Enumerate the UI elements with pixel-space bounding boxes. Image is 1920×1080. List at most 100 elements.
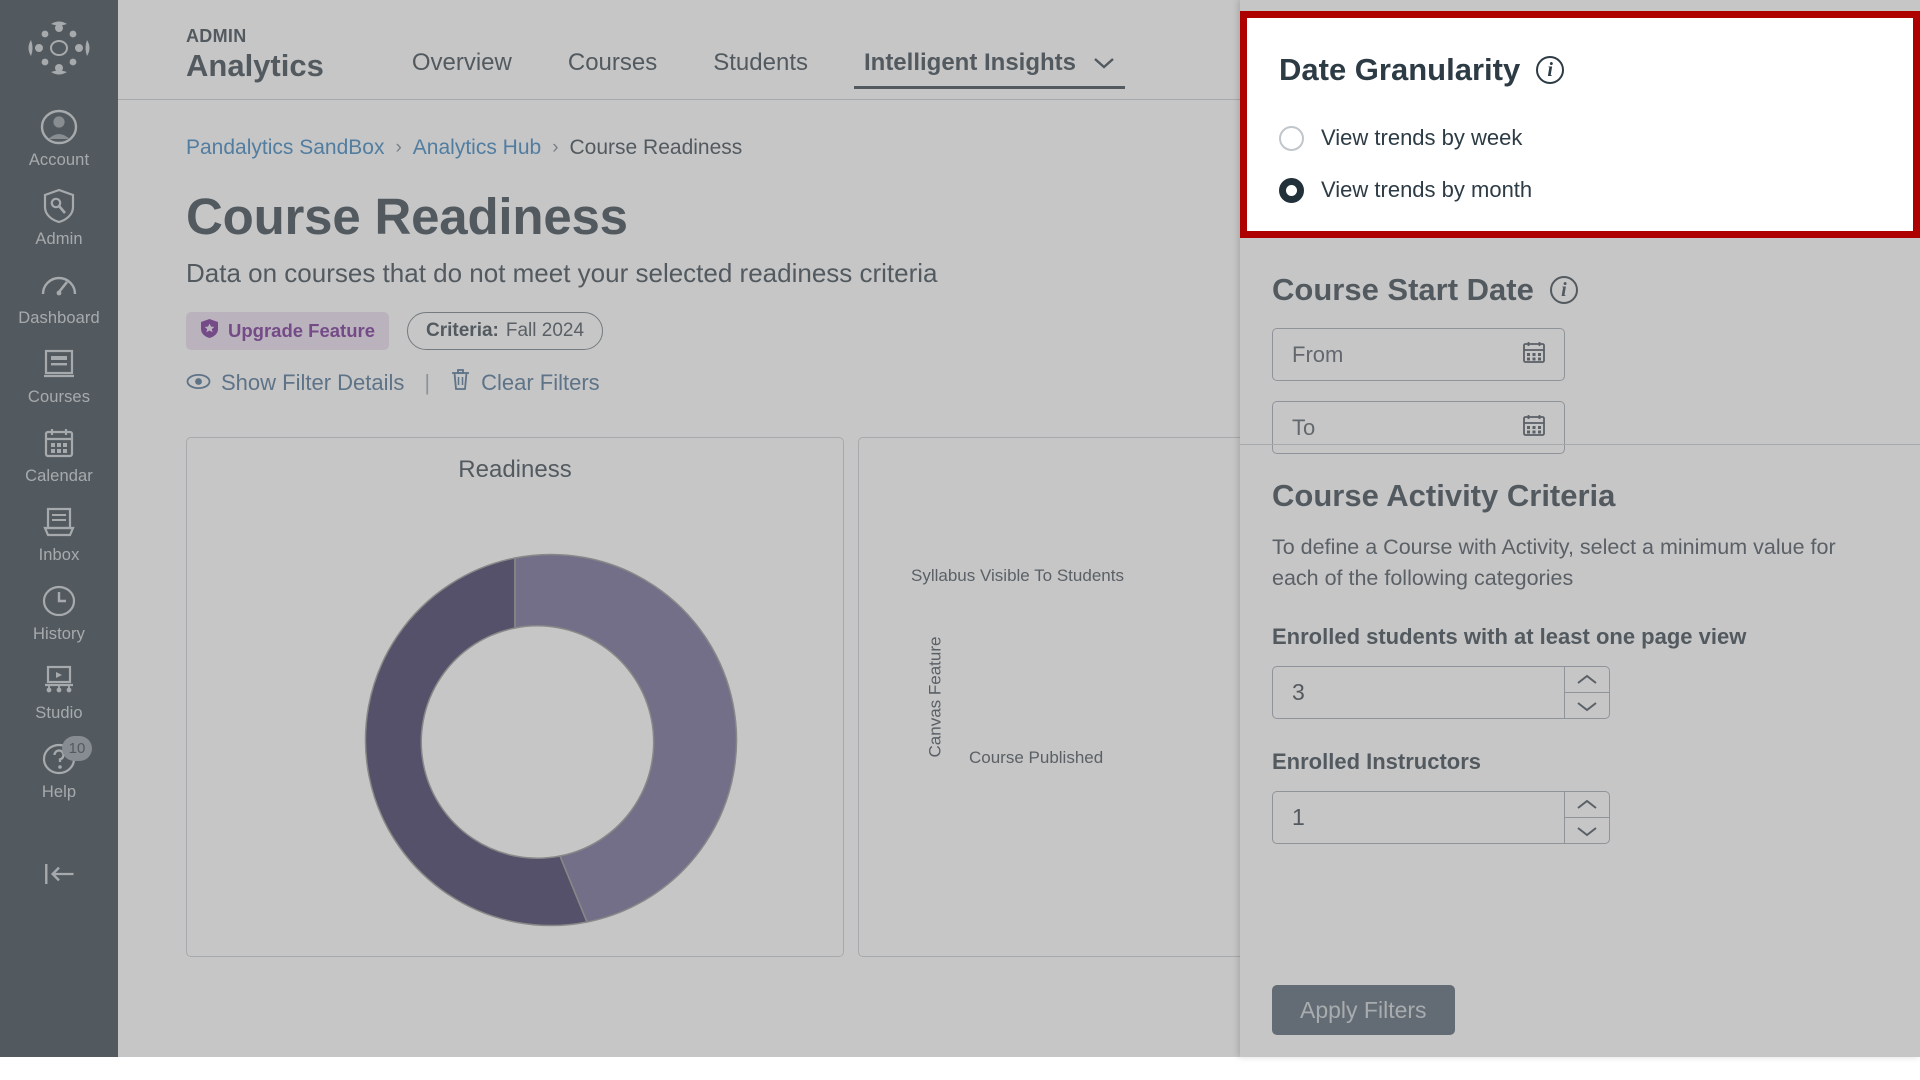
upgrade-feature-label: Upgrade Feature [228, 320, 376, 341]
tab-label: Intelligent Insights [863, 49, 1076, 76]
trash-icon [450, 368, 471, 397]
radio-circle-icon [1279, 125, 1304, 151]
gauge-icon [39, 265, 79, 305]
sidebar-item-label: Courses [27, 388, 91, 406]
breadcrumb-item-1[interactable]: Analytics Hub [413, 136, 541, 160]
app-root: Account Admin Dashboard Courses Calendar [0, 0, 1920, 1080]
app-name: Analytics [186, 48, 324, 83]
sidebar-item-calendar[interactable]: Calendar [0, 416, 118, 495]
studio-screen-icon [39, 660, 79, 700]
app-kicker: ADMIN [186, 26, 247, 46]
chart-title: Readiness [458, 456, 572, 483]
sidebar-item-inbox[interactable]: Inbox [0, 495, 118, 574]
section-description: To define a Course with Activity, select… [1272, 535, 1836, 590]
apply-filters-button[interactable]: Apply Filters [1272, 985, 1455, 1035]
show-filter-details-label: Show Filter Details [221, 369, 405, 395]
sidebar-item-label: Help [41, 783, 77, 801]
date-granularity-heading-row: Date Granularity i [1279, 18, 1881, 88]
criteria-pill[interactable]: Criteria: Fall 2024 [407, 312, 604, 350]
inbox-tray-icon [39, 502, 79, 542]
tab-intelligent-insights[interactable]: Intelligent Insights [836, 49, 1143, 93]
sidebar-item-account[interactable]: Account [0, 100, 118, 179]
collapse-nav-button[interactable] [0, 847, 118, 903]
enrolled-students-stepper[interactable]: 3 [1272, 666, 1610, 719]
breadcrumb-item-2: Course Readiness [569, 136, 743, 159]
decrement-button[interactable] [1565, 692, 1609, 718]
enrolled-instructors-stepper-buttons [1564, 791, 1610, 844]
enrolled-students-value[interactable]: 3 [1272, 666, 1564, 719]
to-placeholder: To [1292, 414, 1316, 440]
radio-view-trends-by-week[interactable]: View trends by week [1279, 125, 1881, 151]
upgrade-feature-pill[interactable]: Upgrade Feature [186, 312, 390, 350]
increment-button[interactable] [1565, 792, 1609, 817]
sidebar-item-admin[interactable]: Admin [0, 179, 118, 258]
sidebar-item-history[interactable]: History [0, 574, 118, 653]
book-icon [39, 344, 79, 384]
enrolled-students-label: Enrolled students with at least one page… [1272, 624, 1747, 649]
readiness-chart-card: Readiness [186, 437, 844, 957]
radio-circle-selected-icon [1279, 177, 1304, 203]
clear-filters-link[interactable]: Clear Filters [450, 368, 600, 397]
course-activity-heading-row: Course Activity Criteria [1272, 444, 1888, 514]
criteria-pill-value: Fall 2024 [505, 320, 585, 341]
breadcrumb-separator: › [552, 137, 559, 158]
clock-icon [39, 581, 79, 621]
info-icon[interactable]: i [1536, 56, 1565, 84]
sidebar-item-label: Dashboard [18, 309, 100, 327]
eye-icon [186, 370, 211, 396]
sidebar-item-courses[interactable]: Courses [0, 337, 118, 416]
shield-star-icon [200, 318, 219, 344]
decrement-button[interactable] [1565, 817, 1609, 843]
user-circle-icon [39, 107, 79, 147]
section-heading: Course Activity Criteria [1272, 478, 1616, 513]
sidebar-item-label: Studio [35, 704, 83, 722]
global-navigation: Account Admin Dashboard Courses Calendar [0, 0, 118, 1057]
tab-students[interactable]: Students [685, 49, 836, 93]
links-divider: | [424, 369, 431, 395]
sidebar-item-label: Calendar [25, 467, 93, 485]
sidebar-item-label: Admin [35, 230, 83, 248]
info-icon[interactable]: i [1549, 276, 1578, 304]
shield-wrench-icon [39, 186, 79, 226]
enrolled-instructors-value[interactable]: 1 [1272, 791, 1564, 844]
breadcrumb-separator: › [395, 137, 402, 158]
sidebar-item-label: Inbox [38, 546, 80, 564]
increment-button[interactable] [1565, 667, 1609, 692]
enrolled-instructors-stepper[interactable]: 1 [1272, 791, 1610, 844]
sidebar-item-help[interactable]: 10 Help [0, 732, 118, 811]
sidebar-item-label: Account [28, 151, 90, 169]
breadcrumb-item-0[interactable]: Pandalytics SandBox [186, 136, 384, 160]
canvas-logo[interactable] [25, 18, 93, 78]
chart-y-axis-label: Canvas Feature [925, 636, 945, 758]
calendar-icon[interactable] [1522, 340, 1546, 369]
chart-category-label-0: Syllabus Visible To Students [911, 566, 1124, 585]
course-start-date-heading-row: Course Start Date i [1272, 238, 1888, 308]
start-date-from-input[interactable]: From [1272, 328, 1565, 381]
clear-filters-label: Clear Filters [481, 369, 600, 395]
from-placeholder: From [1292, 341, 1344, 367]
show-filter-details-link[interactable]: Show Filter Details [186, 370, 404, 396]
filters-tray: Date Granularity i View trends by week V… [1240, 0, 1920, 1057]
radio-label: View trends by month [1321, 177, 1533, 202]
enrolled-instructors-label: Enrolled Instructors [1272, 749, 1482, 774]
tab-overview[interactable]: Overview [384, 49, 540, 93]
calendar-icon [39, 423, 79, 463]
course-activity-criteria-section: Course Activity Criteria To define a Cou… [1240, 444, 1920, 844]
radio-label: View trends by week [1321, 125, 1523, 150]
calendar-icon[interactable] [1522, 413, 1546, 442]
enrolled-students-stepper-buttons [1564, 666, 1610, 719]
sidebar-item-label: History [32, 625, 86, 643]
help-badge: 10 [62, 736, 92, 761]
date-granularity-section: Date Granularity i View trends by week V… [1240, 11, 1920, 238]
sidebar-item-studio[interactable]: Studio [0, 653, 118, 732]
radio-view-trends-by-month[interactable]: View trends by month [1279, 177, 1881, 203]
tab-courses[interactable]: Courses [540, 49, 685, 93]
readiness-donut-chart [364, 553, 738, 927]
app-tabs: Overview Courses Students Intelligent In… [384, 49, 1143, 99]
chart-category-label-1: Course Published [969, 748, 1104, 767]
section-heading: Course Start Date [1272, 272, 1534, 307]
course-start-date-section: Course Start Date i From To [1240, 238, 1920, 454]
chevron-down-icon [1093, 49, 1115, 77]
sidebar-item-dashboard[interactable]: Dashboard [0, 258, 118, 337]
section-heading: Date Granularity [1279, 52, 1521, 87]
